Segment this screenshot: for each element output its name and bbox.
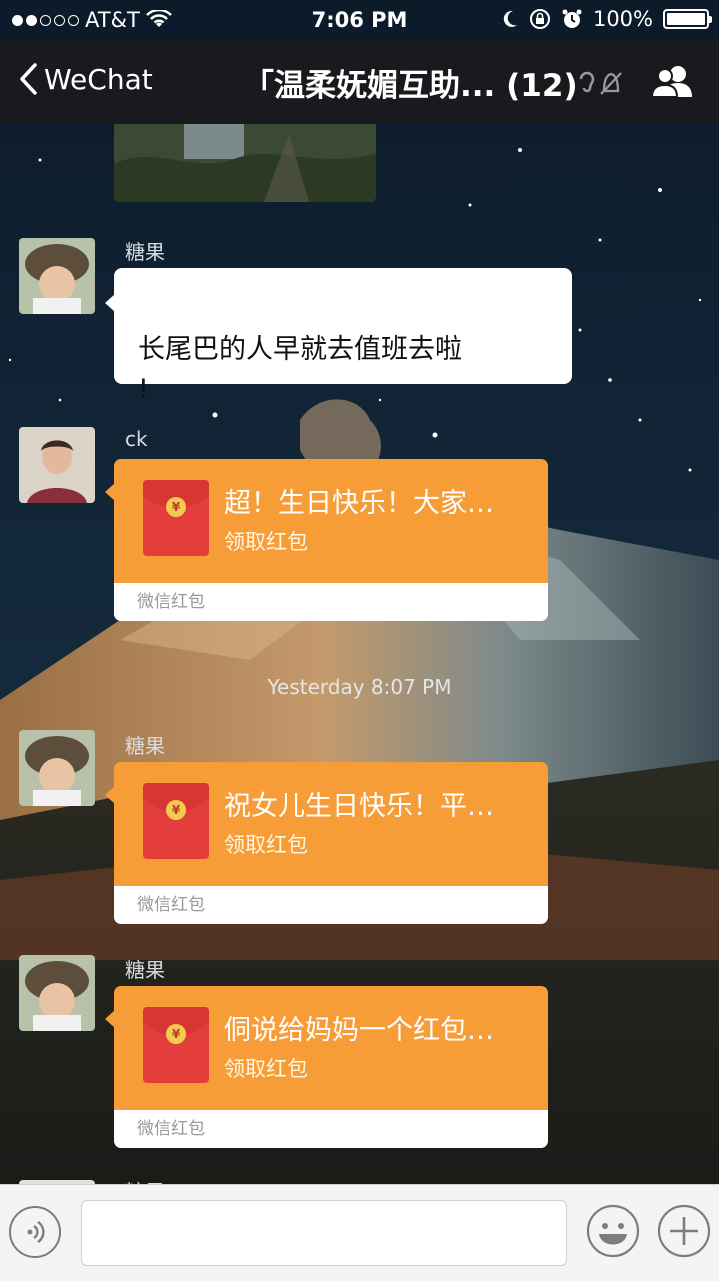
voice-icon <box>27 1221 45 1243</box>
back-chevron-icon <box>20 63 37 95</box>
chat-input-bar <box>0 1184 719 1281</box>
chat-message-list[interactable]: 糖果 长尾巴的人早就去值班去啦 ! ck ¥ 超！生日快乐！大家… 领取红包 微… <box>0 124 719 1184</box>
chat-navbar: WeChat 「温柔妩媚互助... (12) <box>0 40 719 124</box>
message-input[interactable] <box>81 1200 567 1266</box>
group-members-icon[interactable] <box>650 64 696 100</box>
sender-name: 糖果 <box>125 1176 165 1184</box>
rotation-lock-icon <box>529 9 550 29</box>
group-name: 「温柔妩媚互助... <box>243 68 496 104</box>
alarm-icon <box>562 9 582 28</box>
back-button[interactable]: WeChat <box>18 62 153 96</box>
red-packet-subtitle: 领取红包 <box>224 530 308 554</box>
sender-name: 糖果 <box>125 958 165 982</box>
avatar-photo-child <box>19 730 95 806</box>
red-packet-subtitle: 领取红包 <box>224 1057 308 1081</box>
red-envelope-icon: ¥ <box>143 783 209 859</box>
status-right: 100% <box>501 7 712 31</box>
avatar-photo-child <box>19 238 95 314</box>
battery-icon <box>663 9 712 29</box>
avatar[interactable] <box>19 955 95 1031</box>
sender-name: 糖果 <box>125 734 165 758</box>
member-count: (12) <box>506 68 578 104</box>
sender-name: 糖果 <box>125 240 165 264</box>
red-packet-body: ¥ 祝女儿生日快乐！平… 领取红包 <box>105 762 548 886</box>
red-packet-footer: 微信红包 <box>114 583 548 621</box>
voice-input-button[interactable] <box>9 1206 61 1258</box>
red-packet-title: 侗说给妈妈一个红包… <box>224 1015 494 1046</box>
message-text: 长尾巴的人早就去值班去啦 ! <box>138 334 462 405</box>
avatar-photo-woman <box>19 427 95 503</box>
plus-icon[interactable] <box>657 1204 711 1258</box>
red-packet-footer: 微信红包 <box>114 1110 548 1148</box>
battery-percent: 100% <box>592 7 653 31</box>
red-packet-message[interactable]: ¥ 祝女儿生日快乐！平… 领取红包 微信红包 <box>105 762 548 924</box>
moon-icon <box>503 10 517 27</box>
timestamp: Yesterday 8:07 PM <box>267 675 452 699</box>
text-message-bubble[interactable]: 长尾巴的人早就去值班去啦 ! <box>105 268 572 405</box>
red-packet-body: ¥ 侗说给妈妈一个红包… 领取红包 <box>105 986 548 1110</box>
red-envelope-icon: ¥ <box>143 1007 209 1083</box>
red-packet-message[interactable]: ¥ 侗说给妈妈一个红包… 领取红包 微信红包 <box>105 986 548 1148</box>
red-packet-title: 祝女儿生日快乐！平… <box>224 791 494 822</box>
emoji-icon[interactable] <box>586 1204 640 1258</box>
red-packet-body: ¥ 超！生日快乐！大家… 领取红包 <box>105 459 548 583</box>
image-message[interactable] <box>114 124 376 202</box>
avatar-photo-child <box>19 955 95 1031</box>
muted-bell-icon <box>579 71 622 95</box>
avatar[interactable] <box>19 238 95 314</box>
avatar[interactable] <box>19 730 95 806</box>
photo-thumbnail <box>114 124 376 202</box>
chat-title: 「温柔妩媚互助... (12) <box>243 60 578 105</box>
back-label: WeChat <box>44 62 153 96</box>
status-bar: AT&T 7:06 PM 100% <box>0 0 719 40</box>
red-packet-subtitle: 领取红包 <box>224 833 308 857</box>
red-envelope-icon: ¥ <box>143 480 209 556</box>
avatar[interactable] <box>19 427 95 503</box>
red-packet-message[interactable]: ¥ 超！生日快乐！大家… 领取红包 微信红包 <box>105 459 548 621</box>
sender-name: ck <box>125 427 148 451</box>
red-packet-title: 超！生日快乐！大家… <box>224 488 494 519</box>
red-packet-footer: 微信红包 <box>114 886 548 924</box>
